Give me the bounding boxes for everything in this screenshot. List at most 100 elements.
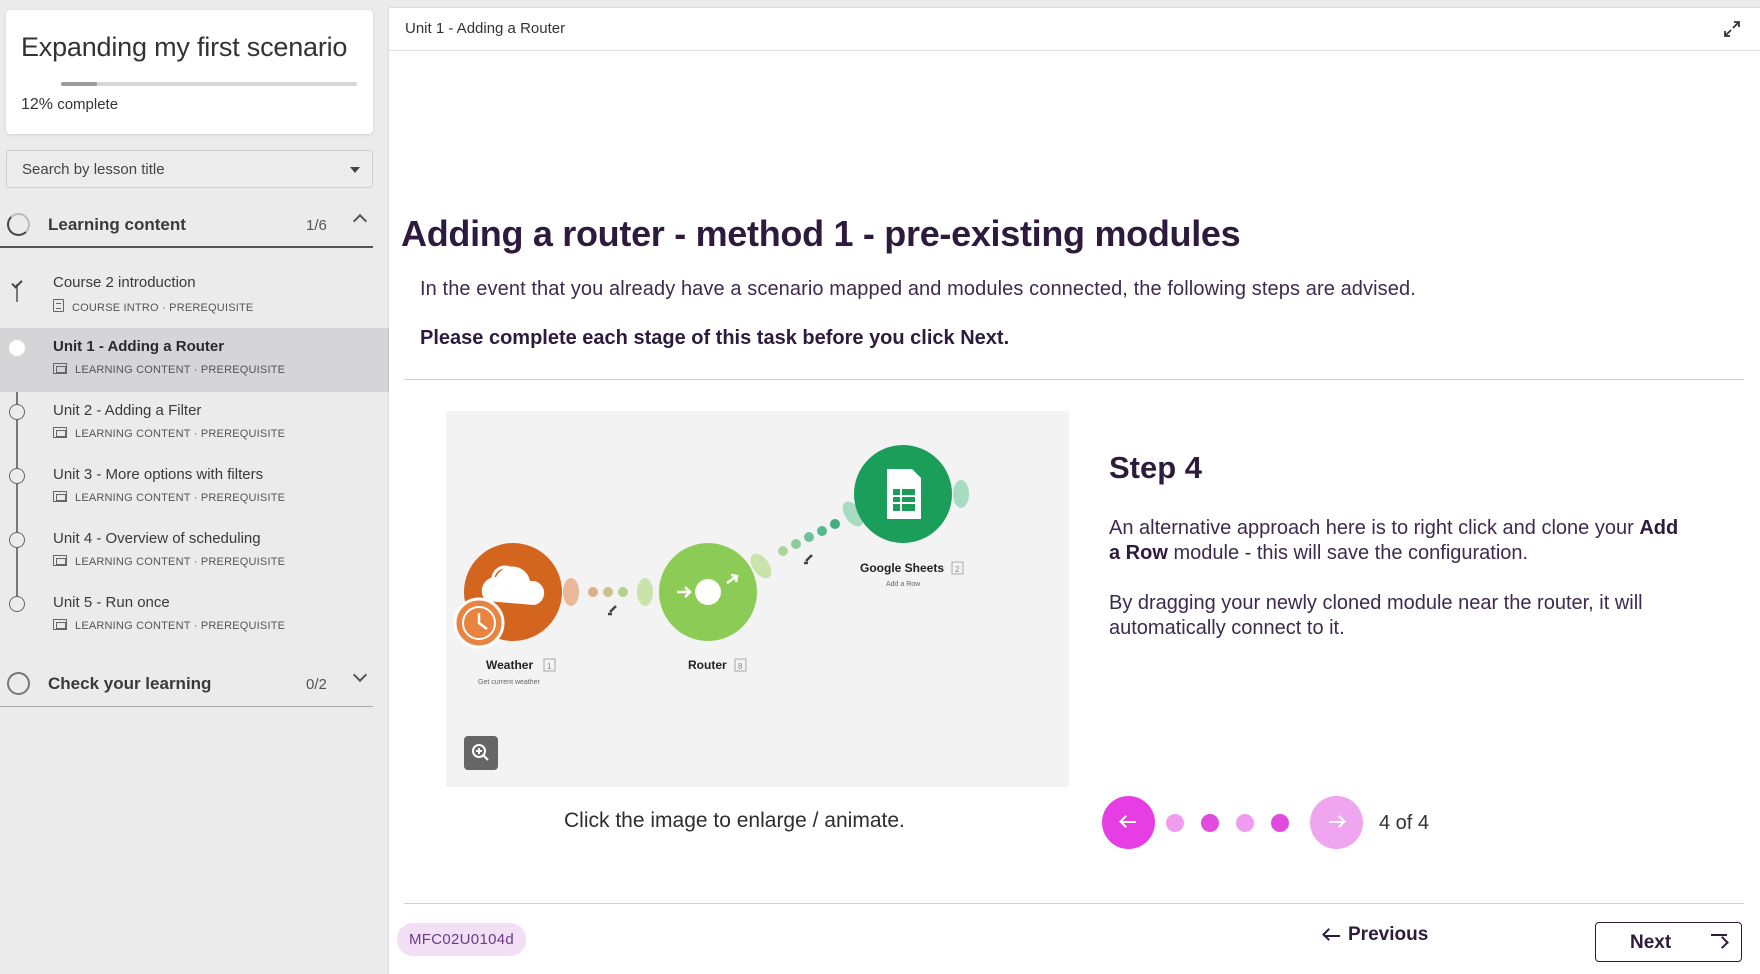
breadcrumb: Unit 1 - Adding a Router (405, 20, 566, 37)
lesson-item-unit-5[interactable]: Unit 5 - Run once LEARNING CONTENT · PRE… (0, 584, 389, 648)
chevron-down-icon (352, 667, 368, 683)
lesson-content-panel: Unit 1 - Adding a Router Adding a router… (389, 8, 1760, 974)
router-module (659, 543, 757, 641)
scenario-diagram: Weather 1 Get current weather Router 8 G… (453, 445, 969, 686)
progress-text: 12% complete (21, 96, 118, 114)
expand-icon[interactable] (1722, 19, 1742, 39)
lesson-meta: LEARNING CONTENT · PREREQUISITE (53, 555, 285, 568)
slide-counter: 4 of 4 (1379, 812, 1430, 834)
section-count: 1/6 (306, 217, 327, 234)
lesson-heading: Adding a router - method 1 - pre-existin… (401, 213, 1241, 254)
lesson-item-unit-3[interactable]: Unit 3 - More options with filters LEARN… (0, 456, 389, 520)
lesson-type: LEARNING CONTENT (75, 620, 191, 632)
image-caption: Click the image to enlarge / animate. (564, 809, 905, 832)
slides-icon (53, 491, 67, 502)
lesson-tag: PREREQUISITE (200, 556, 286, 568)
lesson-item-course-intro[interactable]: Course 2 introduction COURSE INTRO · PRE… (0, 264, 389, 328)
carousel-dot[interactable] (1271, 814, 1289, 832)
lesson-title: Unit 5 - Run once (53, 594, 170, 611)
arrow-right-icon (1716, 936, 1729, 949)
lesson-type: LEARNING CONTENT (75, 364, 191, 376)
step-paragraph: An alternative approach here is to right… (1109, 516, 1689, 566)
lesson-item-unit-2[interactable]: Unit 2 - Adding a Filter LEARNING CONTEN… (0, 392, 389, 456)
step-paragraph: By dragging your newly cloned module nea… (1109, 592, 1643, 639)
carousel-dot[interactable] (1201, 814, 1219, 832)
lesson-title: Course 2 introduction (53, 274, 196, 291)
lesson-item-unit-4[interactable]: Unit 4 - Overview of scheduling LEARNING… (0, 520, 389, 584)
lesson-search-select[interactable]: Search by lesson title (6, 150, 373, 188)
carousel-prev-button[interactable] (1102, 796, 1155, 849)
meta-separator: · (193, 428, 198, 440)
document-icon (53, 299, 64, 312)
zoom-in-icon (472, 744, 489, 761)
progress-bar-fill (61, 82, 97, 86)
section-check-your-learning[interactable]: Check your learning 0/2 (0, 661, 373, 707)
lesson-meta: LEARNING CONTENT · PREREQUISITE (53, 427, 285, 440)
lesson-type: LEARNING CONTENT (75, 428, 191, 440)
scenario-diagram-image[interactable]: Weather 1 Get current weather Router 8 G… (446, 411, 1069, 787)
sheets-module-name: Google Sheets (860, 561, 944, 575)
router-module-name: Router (688, 658, 727, 672)
lesson-status-node-icon (9, 596, 25, 612)
connector-router-sheets (750, 501, 864, 579)
lesson-title: Unit 2 - Adding a Filter (53, 402, 202, 419)
checkmark-icon (9, 276, 25, 292)
section-progress-ring-icon (7, 672, 30, 695)
section-label: Learning content (48, 215, 186, 234)
lesson-search-placeholder: Search by lesson title (22, 161, 165, 178)
previous-label: Previous (1348, 924, 1429, 945)
sheets-module-sub: Add a Row (886, 581, 921, 588)
meta-separator: · (193, 364, 198, 376)
divider (404, 903, 1744, 904)
step-text: module - this will save the configuratio… (1173, 542, 1529, 564)
lesson-title: Unit 3 - More options with filters (53, 466, 264, 483)
lesson-tag: PREREQUISITE (200, 620, 286, 632)
weather-module-number: 1 (547, 662, 552, 671)
lesson-title: Unit 4 - Overview of scheduling (53, 530, 261, 547)
next-button[interactable]: Next (1595, 922, 1742, 962)
lesson-instruction: Please complete each stage of this task … (420, 327, 1010, 349)
next-label: Next (1630, 932, 1672, 953)
lesson-tag: PREREQUISITE (200, 364, 286, 376)
lesson-status-node-icon (9, 468, 25, 484)
lesson-item-unit-1[interactable]: Unit 1 - Adding a Router LEARNING CONTEN… (0, 328, 389, 392)
arrow-left-icon (1322, 928, 1335, 941)
google-sheets-module (854, 445, 969, 543)
meta-separator: · (193, 492, 198, 504)
carousel-next-button[interactable] (1310, 796, 1363, 849)
course-sidebar: Expanding my first scenario 12% complete… (0, 0, 389, 974)
section-progress-ring-icon (7, 213, 30, 236)
lesson-meta: LEARNING CONTENT · PREREQUISITE (53, 491, 285, 504)
divider (404, 379, 1744, 380)
chevron-up-icon (352, 213, 368, 229)
lesson-code-badge: MFC02U0104d (397, 923, 527, 956)
lesson-status-node-icon (9, 340, 25, 356)
arrow-right-icon (1329, 821, 1344, 823)
meta-separator: · (193, 556, 198, 568)
lesson-intro: In the event that you already have a sce… (420, 278, 1416, 300)
lesson-type: LEARNING CONTENT (75, 556, 191, 568)
lesson-tag: PREREQUISITE (200, 428, 286, 440)
weather-module-sub: Get current weather (478, 679, 541, 686)
previous-button[interactable]: Previous (1322, 924, 1428, 946)
router-module-number: 8 (738, 662, 743, 671)
carousel-dot[interactable] (1166, 814, 1184, 832)
sheets-module-number: 2 (955, 565, 960, 574)
slides-icon (53, 427, 67, 438)
step-title: Step 4 (1109, 450, 1203, 485)
lesson-meta: LEARNING CONTENT · PREREQUISITE (53, 619, 285, 632)
lesson-type: COURSE INTRO (72, 302, 159, 314)
step-text: An alternative approach here is to right… (1109, 517, 1634, 539)
progress-suffix: complete (57, 96, 119, 113)
section-learning-content[interactable]: Learning content 1/6 (0, 202, 373, 248)
lesson-type: LEARNING CONTENT (75, 492, 191, 504)
carousel-dot[interactable] (1236, 814, 1254, 832)
zoom-in-button[interactable] (464, 736, 498, 770)
slides-icon (53, 555, 67, 566)
connector-weather-router (563, 578, 653, 616)
section-label: Check your learning (48, 674, 212, 693)
course-title: Expanding my first scenario (21, 32, 348, 62)
lesson-status-node-icon (9, 404, 25, 420)
progress-bar (61, 82, 357, 86)
slides-icon (53, 363, 67, 374)
